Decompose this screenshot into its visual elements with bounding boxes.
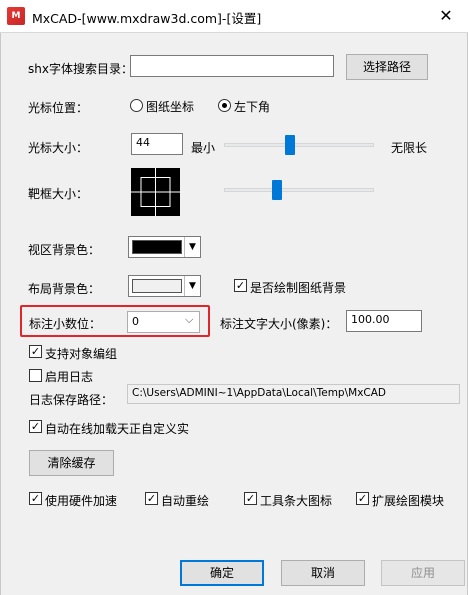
viewport-bg-swatch [132,240,182,254]
target-box-slider-thumb[interactable] [272,180,282,200]
title-bar[interactable]: M MxCAD-[www.mxdraw3d.com]-[设置] ✕ [0,0,468,33]
crosshair-preview-icon [131,168,180,216]
auto-regen-checkbox[interactable]: ✓ [145,492,158,505]
apply-button[interactable]: 应用 [381,560,465,586]
shx-dir-input[interactable] [130,55,334,77]
auto-load-label: 自动在线加载天正自定义实 [45,422,190,436]
log-path-label: 日志保存路径： [29,393,114,407]
cursor-size-max-label: 无限长 [391,141,428,155]
close-icon[interactable]: ✕ [432,4,460,28]
radio-bottom-left-label: 左下角 [234,100,271,114]
dim-decimals-value: 0 [132,315,139,328]
auto-regen-label: 自动重绘 [161,494,210,508]
layout-bg-color-select[interactable]: ▼ [128,275,201,297]
log-path-input[interactable]: C:\Users\ADMINI~1\AppData\Local\Temp\MxC… [127,384,460,404]
cursor-position-label: 光标位置： [28,101,89,115]
ext-module-label: 扩展绘图模块 [372,494,445,508]
dim-decimals-select[interactable]: 0 ⌵ [127,311,200,333]
target-box-slider-track[interactable] [224,188,374,192]
radio-paper-coords[interactable] [130,99,143,112]
radio-bottom-left[interactable] [218,99,231,112]
cancel-button[interactable]: 取消 [281,560,365,586]
enable-log-checkbox[interactable] [29,369,42,382]
layout-bg-swatch [132,279,182,293]
target-box-size-label: 靶框大小： [28,187,89,201]
group-edit-label: 支持对象编组 [45,347,118,361]
draw-paper-bg-label: 是否绘制图纸背景 [250,281,347,295]
chevron-down-icon[interactable]: ▼ [184,237,200,257]
clear-cache-button[interactable]: 清除缓存 [29,450,114,476]
cursor-size-label: 光标大小： [28,141,89,155]
draw-paper-bg-checkbox[interactable]: ✓ [234,279,247,292]
window-title: MxCAD-[www.mxdraw3d.com]-[设置] [32,11,262,26]
cursor-size-slider-track[interactable] [224,143,374,147]
cursor-size-min-label: 最小 [191,141,216,155]
target-box-preview [131,168,180,216]
big-icons-checkbox[interactable]: ✓ [244,492,257,505]
big-icons-label: 工具条大图标 [260,494,333,508]
shx-dir-label: shx字体搜索目录： [28,62,133,76]
dim-decimals-label: 标注小数位： [29,317,102,331]
dim-text-size-input[interactable]: 100.00 [346,310,422,332]
ext-module-checkbox[interactable]: ✓ [356,492,369,505]
enable-log-label: 启用日志 [45,370,94,384]
viewport-bg-label: 视区背景色： [28,243,101,257]
viewport-bg-color-select[interactable]: ▼ [128,236,201,258]
chevron-down-icon[interactable]: ▼ [184,276,200,296]
dim-text-size-label: 标注文字大小(像素)： [220,317,338,331]
radio-paper-coords-label: 图纸坐标 [146,100,195,114]
hw-accel-checkbox[interactable]: ✓ [29,492,42,505]
layout-bg-label: 布局背景色： [28,282,101,296]
hw-accel-label: 使用硬件加速 [45,494,118,508]
cursor-size-slider-thumb[interactable] [285,135,295,155]
app-icon: M [7,7,25,25]
chevron-down-icon[interactable]: ⌵ [185,313,193,327]
group-edit-checkbox[interactable]: ✓ [29,345,42,358]
ok-button[interactable]: 确定 [180,560,264,586]
choose-path-button[interactable]: 选择路径 [346,54,428,80]
cursor-size-input[interactable]: 44 [131,133,183,155]
auto-load-checkbox[interactable]: ✓ [29,420,42,433]
